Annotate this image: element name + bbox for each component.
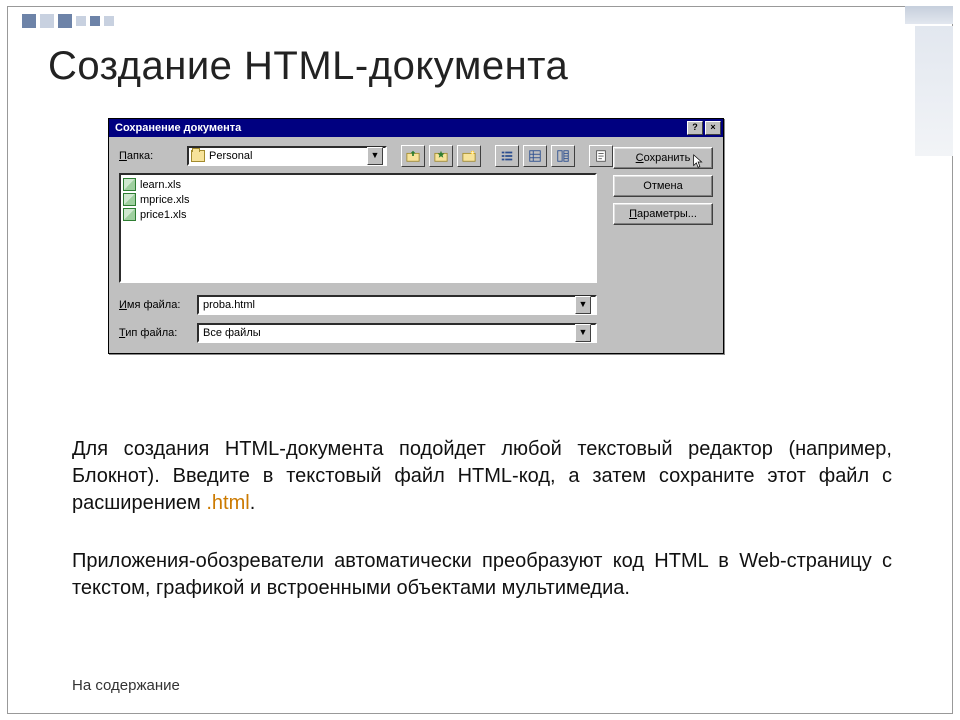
save-dialog: Сохранение документа ? × Папка: Personal… (108, 118, 724, 354)
file-name: mprice.xls (140, 194, 190, 206)
look-in-favorites-button[interactable] (429, 145, 453, 167)
extension-highlight: .html (206, 492, 249, 514)
xls-file-icon (123, 178, 136, 191)
list-item[interactable]: learn.xls (123, 177, 593, 192)
paragraph-2: Приложения-обозреватели автоматически пр… (72, 548, 892, 602)
list-view-button[interactable] (495, 145, 519, 167)
properties-view-button[interactable] (551, 145, 575, 167)
filetype-label: Тип файла: (119, 327, 189, 339)
chevron-down-icon[interactable]: ▼ (575, 324, 591, 342)
dialog-titlebar[interactable]: Сохранение документа ? × (109, 119, 723, 137)
dialog-title: Сохранение документа (115, 122, 241, 134)
chevron-down-icon[interactable]: ▼ (367, 147, 383, 165)
file-name: price1.xls (140, 209, 186, 221)
folder-value: Personal (209, 150, 367, 162)
decoration-top-left (22, 14, 114, 28)
filename-value: proba.html (203, 299, 255, 311)
decoration-right (915, 26, 953, 156)
options-button[interactable]: Параметры... (613, 203, 713, 225)
filename-label: Имя файла: (119, 299, 189, 311)
cancel-button[interactable]: Отмена (613, 175, 713, 197)
new-folder-button[interactable] (457, 145, 481, 167)
dialog-toolbar (401, 145, 613, 167)
close-button[interactable]: × (705, 121, 721, 135)
cursor-icon (692, 154, 706, 170)
list-item[interactable]: mprice.xls (123, 192, 593, 207)
tools-dropdown-button[interactable] (589, 145, 613, 167)
save-button[interactable]: Сохранить (613, 147, 713, 169)
xls-file-icon (123, 193, 136, 206)
filetype-combo[interactable]: Все файлы ▼ (197, 323, 597, 343)
slide-frame (7, 6, 953, 714)
file-list[interactable]: learn.xls mprice.xls price1.xls (119, 173, 597, 283)
filetype-value: Все файлы (203, 327, 261, 339)
chevron-down-icon[interactable]: ▼ (575, 296, 591, 314)
folder-label: Папка: (119, 150, 179, 162)
slide-title: Создание HTML-документа (48, 44, 568, 89)
filename-input[interactable]: proba.html ▼ (197, 295, 597, 315)
help-button[interactable]: ? (687, 121, 703, 135)
list-item[interactable]: price1.xls (123, 207, 593, 222)
xls-file-icon (123, 208, 136, 221)
toc-link[interactable]: На содержание (72, 677, 180, 694)
details-view-button[interactable] (523, 145, 547, 167)
file-name: learn.xls (140, 179, 181, 191)
decoration-top-right (905, 6, 953, 24)
up-one-level-button[interactable] (401, 145, 425, 167)
paragraph-1: Для создания HTML-документа подойдет люб… (72, 436, 892, 517)
folder-icon (191, 150, 205, 162)
folder-combo[interactable]: Personal ▼ (187, 146, 387, 166)
